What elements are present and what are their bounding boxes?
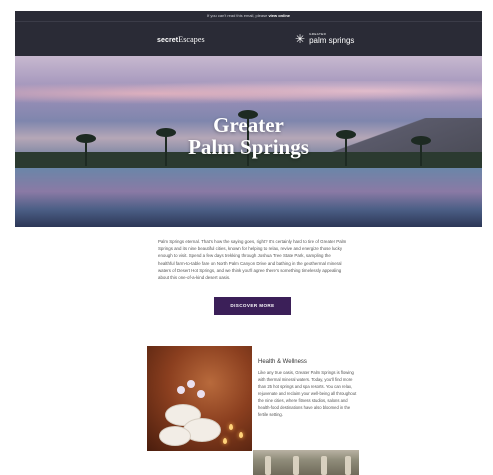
intro-paragraph: Palm Springs eternal. That's how the say… <box>158 239 347 281</box>
notice-text: If you can't read this email, please <box>206 13 269 18</box>
hero-image[interactable]: Greater Palm Springs <box>15 56 482 227</box>
hero-title-line1: Greater <box>213 113 284 137</box>
candle-flame <box>223 438 227 444</box>
gps-logo-text: GREATER palm springs <box>309 32 354 45</box>
orchid-flower <box>187 380 195 388</box>
image-column <box>265 456 271 475</box>
greater-palm-springs-logo[interactable]: ✳ GREATER palm springs <box>295 32 354 45</box>
image-column <box>345 456 351 475</box>
palm-burst-icon: ✳ <box>295 31 306 46</box>
discover-more-button[interactable]: DISCOVER MORE <box>214 297 291 315</box>
candle-flame <box>239 432 243 438</box>
second-image[interactable] <box>253 450 359 475</box>
card-title: Health & Wellness <box>258 359 307 365</box>
email-header: secretEscapes ✳ GREATER palm springs <box>15 21 482 56</box>
card-text: Like any true oasis, Greater Palm Spring… <box>258 370 357 417</box>
hero-clouds <box>15 81 482 106</box>
image-column <box>321 456 327 475</box>
secret-escapes-logo[interactable]: secretEscapes <box>157 35 205 44</box>
hero-title: Greater Palm Springs <box>15 114 482 158</box>
orchid-flower <box>177 386 185 394</box>
view-online-link[interactable]: view online <box>268 13 290 18</box>
top-notice-bar: If you can't read this email, please vie… <box>15 11 482 21</box>
logo-script-part: Escapes <box>178 35 205 44</box>
orchid-flower <box>197 390 205 398</box>
hero-title-line2: Palm Springs <box>188 135 309 159</box>
rolled-towel <box>159 426 191 446</box>
hero-pool <box>15 168 482 227</box>
gps-logo-main: palm springs <box>309 36 355 45</box>
logo-bold-part: secret <box>157 37 179 44</box>
image-column <box>293 456 299 475</box>
spa-image[interactable] <box>147 346 252 451</box>
candle-flame <box>229 424 233 430</box>
